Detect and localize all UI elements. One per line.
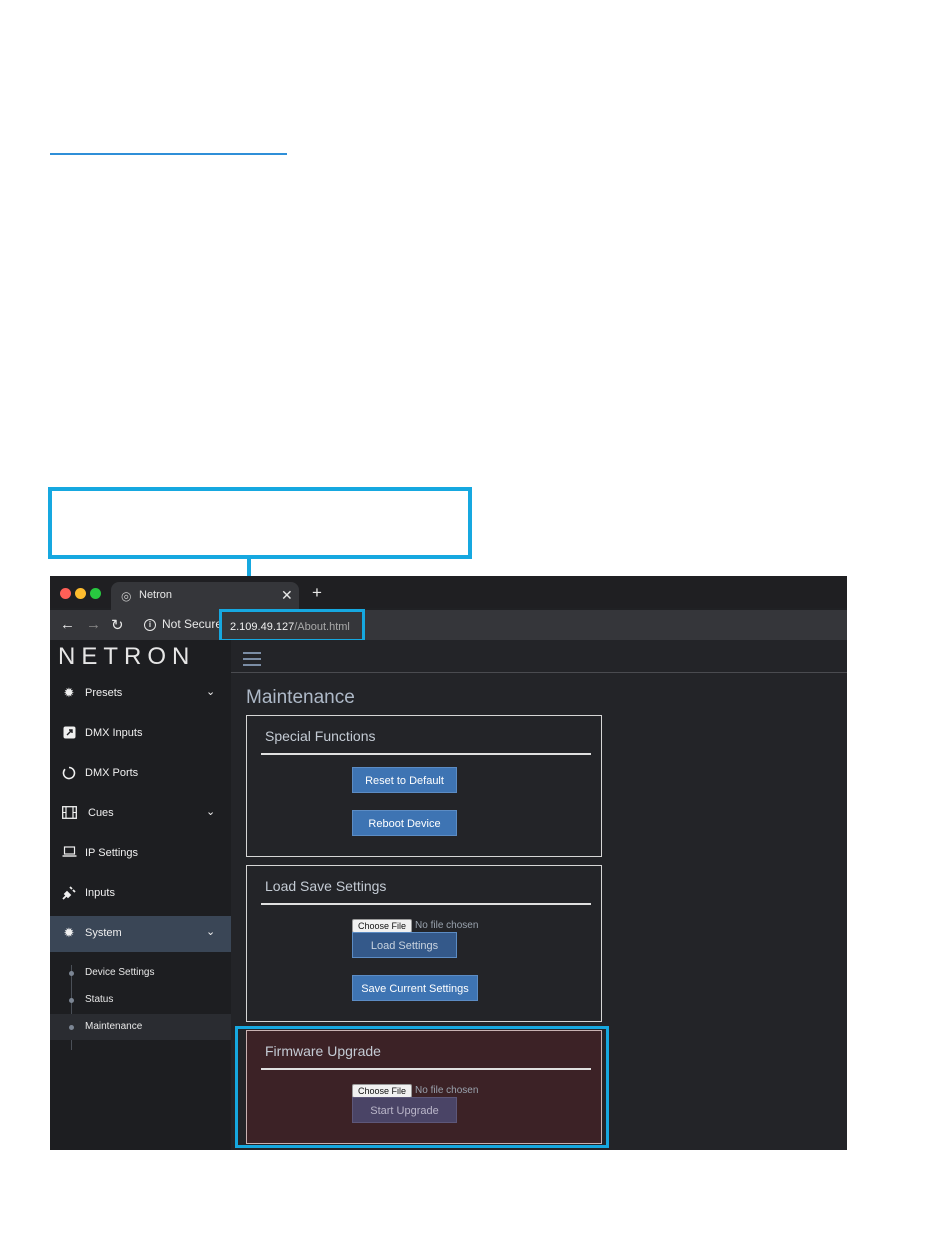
header-divider [231,672,847,673]
sidebar-subitem-label: Maintenance [85,1021,143,1032]
panel-title: Special Functions [265,728,376,744]
film-icon [62,806,77,820]
title-bar: ◎ Netron ✕ + [50,576,847,610]
gear-icon: ✹ [63,925,75,940]
tab-close-icon[interactable]: ✕ [281,587,293,604]
callout-box [48,487,472,559]
sidebar-subitem-maintenance[interactable]: Maintenance [50,1014,231,1040]
sidebar-item-label: DMX Ports [85,767,139,779]
sidebar-item-label: Cues [88,807,114,819]
circle-icon [62,766,76,780]
url-path: /About.html [294,621,350,633]
sidebar: NETRON ✹ Presets ⌄ DMX Inputs DMX Ports … [50,640,231,1150]
url-host: 2.109.49.127 [230,621,295,633]
info-icon[interactable]: i [144,619,156,631]
sidebar-subitem-status[interactable]: Status [50,987,231,1013]
bullet-dot [69,971,74,976]
browser-window: ◎ Netron ✕ + ← → ↻ i Not Secure 2.109.49… [50,576,847,1150]
sidebar-item-dmx-inputs[interactable]: DMX Inputs [50,716,231,752]
minimize-window-button[interactable] [75,588,86,599]
sidebar-item-label: DMX Inputs [85,727,143,739]
special-functions-panel: Special Functions Reset to Default Reboo… [246,715,602,857]
reset-to-default-button[interactable]: Reset to Default [352,767,457,793]
page-title: Maintenance [246,687,355,708]
save-current-settings-button[interactable]: Save Current Settings [352,975,478,1001]
maximize-window-button[interactable] [90,588,101,599]
sidebar-item-presets[interactable]: ✹ Presets ⌄ [50,676,231,712]
sidebar-subitem-device-settings[interactable]: Device Settings [50,960,231,986]
sidebar-subitem-label: Status [85,994,114,1005]
sidebar-subitem-label: Device Settings [85,967,155,978]
netron-favicon-icon: ◎ [121,589,132,603]
hamburger-menu-icon[interactable] [243,652,261,666]
sidebar-item-label: System [85,927,122,939]
chevron-down-icon: ⌄ [206,806,216,818]
back-arrow-icon[interactable]: ← [60,616,75,633]
plug-icon [62,886,76,900]
sidebar-item-system[interactable]: ✹ System ⌄ [50,916,231,952]
sidebar-item-cues[interactable]: Cues ⌄ [50,796,231,832]
chevron-down-icon: ⌄ [206,686,216,698]
load-settings-button[interactable]: Load Settings [352,932,457,958]
choose-file-button[interactable]: Choose File [352,918,413,933]
reload-icon[interactable]: ↻ [111,616,124,634]
sidebar-item-label: IP Settings [85,847,138,859]
firmware-highlight-frame [235,1026,609,1148]
load-save-settings-panel: Load Save Settings Choose File No file ch… [246,865,602,1022]
tab-title: Netron [139,589,173,601]
gear-icon: ✹ [63,685,75,700]
sidebar-item-inputs[interactable]: Inputs [50,876,231,912]
panel-divider [261,903,591,905]
security-status[interactable]: Not Secure [162,617,222,631]
forward-arrow-icon[interactable]: → [86,616,101,633]
new-tab-button[interactable]: + [312,584,322,601]
netron-logo[interactable]: NETRON [58,643,195,671]
file-status: No file chosen [415,920,479,932]
sidebar-item-ip-settings[interactable]: IP Settings [50,836,231,872]
chevron-down-icon: ⌄ [206,926,216,938]
external-link-icon [62,726,76,740]
sidebar-item-label: Inputs [85,887,115,899]
url-field[interactable]: 2.109.49.127/About.html [219,609,365,642]
panel-title: Load Save Settings [265,878,387,894]
bullet-dot [69,998,74,1003]
sidebar-item-dmx-ports[interactable]: DMX Ports [50,756,231,792]
sidebar-item-label: Presets [85,687,123,699]
browser-tab[interactable]: ◎ Netron ✕ [111,582,299,610]
close-window-button[interactable] [60,588,71,599]
bullet-dot [69,1025,74,1030]
laptop-icon [62,846,77,860]
top-divider-line [50,153,287,155]
reboot-device-button[interactable]: Reboot Device [352,810,457,836]
panel-divider [261,753,591,755]
address-bar: ← → ↻ i Not Secure [50,610,847,640]
